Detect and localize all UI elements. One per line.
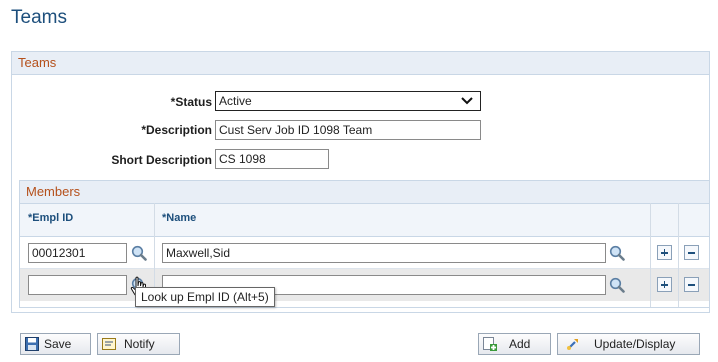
name-field[interactable]: Maxwell,Sid bbox=[162, 243, 606, 263]
members-section: Members *Empl ID *Name 00012301 Maxwell,… bbox=[19, 180, 710, 308]
description-field[interactable]: Cust Serv Job ID 1098 Team bbox=[215, 120, 481, 140]
table-row: 00012301 Maxwell,Sid bbox=[20, 237, 709, 269]
delete-row-button[interactable] bbox=[684, 277, 699, 292]
delete-row-button[interactable] bbox=[684, 245, 699, 260]
members-grid: *Empl ID *Name 00012301 Maxwell,Sid bbox=[20, 203, 709, 307]
short-description-label: Short Description bbox=[111, 153, 212, 167]
empl-id-field[interactable] bbox=[28, 275, 127, 295]
lookup-icon[interactable] bbox=[609, 245, 625, 261]
status-select[interactable]: Active bbox=[215, 91, 481, 111]
update-display-button[interactable]: Update/Display bbox=[557, 333, 700, 355]
page-title: Teams bbox=[11, 7, 67, 28]
description-label: *Description bbox=[141, 123, 212, 137]
update-display-icon bbox=[567, 339, 578, 350]
save-button[interactable]: Save bbox=[20, 333, 91, 355]
save-label: Save bbox=[44, 337, 72, 351]
status-label: *Status bbox=[170, 95, 212, 109]
lookup-icon[interactable] bbox=[131, 245, 147, 261]
column-header-empl-id: *Empl ID bbox=[28, 212, 74, 224]
chevron-down-icon bbox=[461, 97, 473, 105]
add-label: Add bbox=[509, 337, 531, 351]
column-header-name: *Name bbox=[162, 212, 197, 224]
short-description-field[interactable]: CS 1098 bbox=[215, 149, 329, 169]
add-button[interactable]: Add bbox=[478, 333, 551, 355]
status-value: Active bbox=[219, 94, 252, 108]
grid-header: *Empl ID *Name bbox=[20, 203, 709, 237]
notify-icon bbox=[102, 338, 116, 350]
update-display-label: Update/Display bbox=[594, 337, 676, 351]
add-page-icon bbox=[483, 337, 497, 351]
notify-label: Notify bbox=[124, 337, 155, 351]
column-divider bbox=[650, 203, 651, 307]
notify-button[interactable]: Notify bbox=[97, 333, 180, 355]
add-row-button[interactable] bbox=[657, 245, 672, 260]
column-divider bbox=[678, 203, 679, 307]
teams-section-header: Teams bbox=[12, 52, 709, 75]
empl-id-field[interactable]: 00012301 bbox=[28, 243, 127, 263]
table-row bbox=[20, 269, 709, 301]
members-section-header: Members bbox=[20, 181, 709, 203]
tooltip: Look up Empl ID (Alt+5) bbox=[135, 287, 275, 307]
lookup-icon[interactable] bbox=[609, 277, 625, 293]
add-row-button[interactable] bbox=[657, 277, 672, 292]
save-icon bbox=[25, 337, 39, 351]
